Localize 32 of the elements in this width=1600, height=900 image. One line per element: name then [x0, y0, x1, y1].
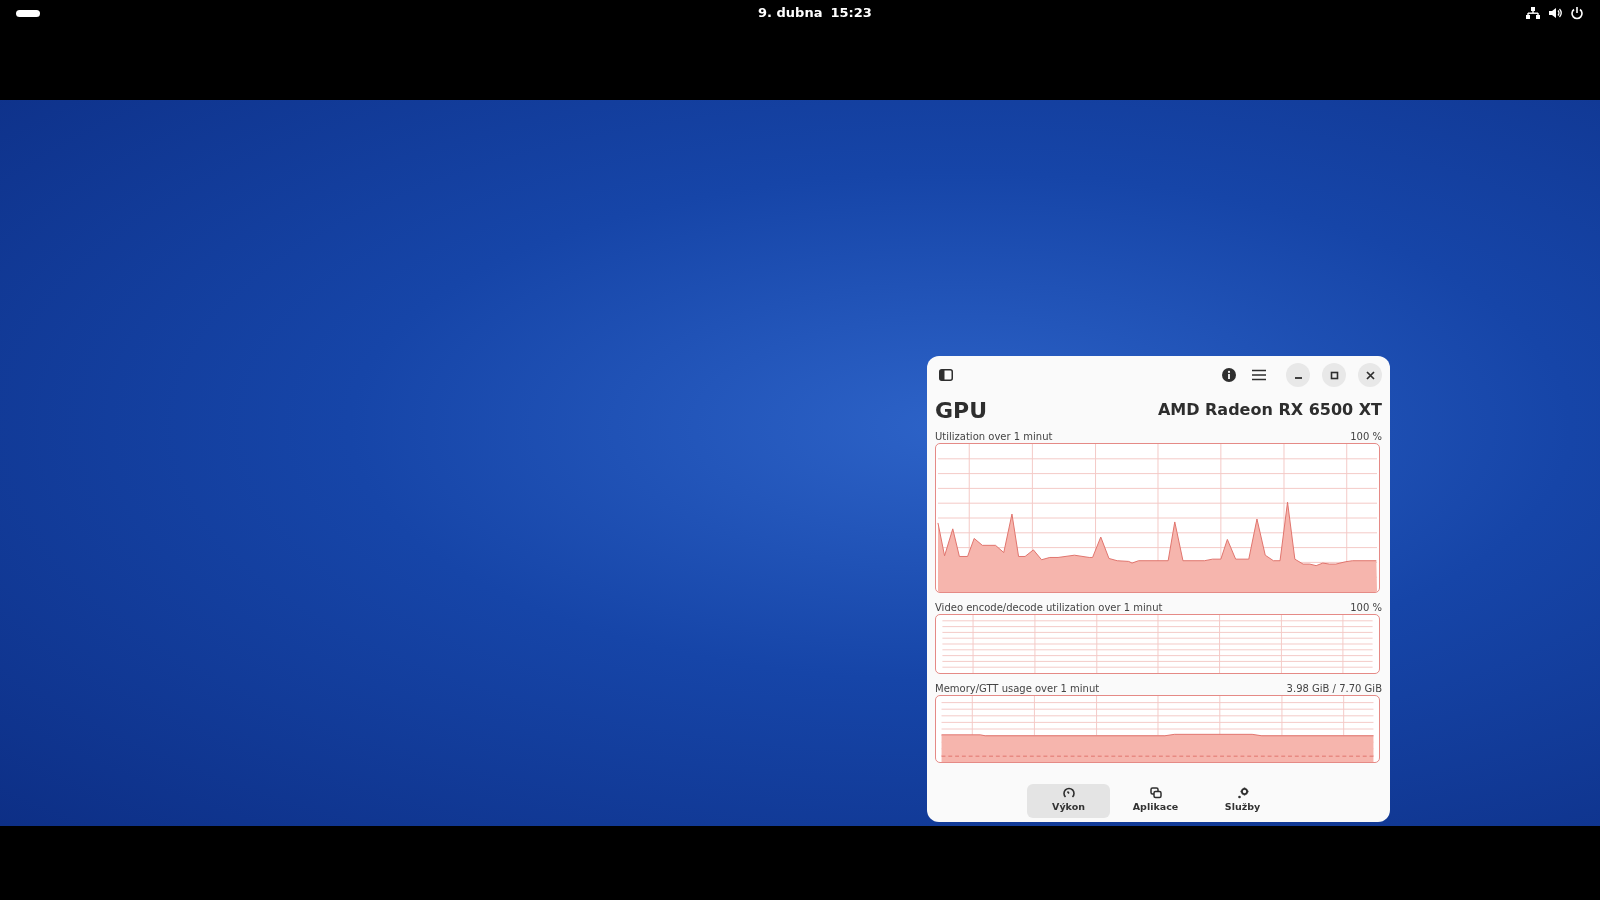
view-tab[interactable]: Aplikace	[1114, 784, 1197, 818]
network-icon[interactable]	[1526, 6, 1540, 20]
gauge-icon	[1062, 787, 1075, 800]
power-icon[interactable]	[1570, 6, 1584, 20]
sidebar-toggle-button[interactable]	[939, 369, 953, 381]
device-name: AMD Radeon RX 6500 XT	[1157, 399, 1382, 421]
minimize-icon	[1294, 377, 1302, 379]
graph-label: Memory/GTT usage over 1 minut	[935, 682, 1100, 695]
sidebar-icon	[939, 369, 953, 381]
maximize-button[interactable]	[1322, 363, 1346, 387]
page-title: GPU	[935, 400, 988, 422]
clock-time: 15:23	[830, 4, 872, 23]
windows-icon	[1149, 787, 1162, 800]
gear-icon	[1236, 787, 1249, 800]
graph-label: Utilization over 1 minut	[935, 430, 1053, 443]
graph-reading: 100 %	[1350, 430, 1382, 443]
menu-button[interactable]	[1252, 369, 1266, 381]
activities-pill[interactable]	[16, 9, 40, 17]
info-button[interactable]	[1222, 368, 1236, 382]
view-tab[interactable]: Služby	[1201, 784, 1284, 818]
minimize-button[interactable]	[1286, 363, 1310, 387]
graph-reading: 3.98 GiB / 7.70 GiB	[1286, 682, 1382, 695]
graph-reading: 100 %	[1350, 601, 1382, 614]
clock-date: 9. dubna	[758, 4, 823, 23]
close-icon	[1364, 369, 1376, 381]
menu-icon	[1252, 369, 1266, 381]
close-button[interactable]	[1358, 363, 1382, 387]
maximize-icon	[1328, 369, 1340, 381]
graph-label: Video encode/decode utilization over 1 minut	[935, 601, 1163, 614]
view-tab[interactable]: Výkon	[1027, 784, 1110, 818]
info-icon	[1222, 368, 1236, 382]
volume-icon[interactable]	[1548, 6, 1562, 20]
